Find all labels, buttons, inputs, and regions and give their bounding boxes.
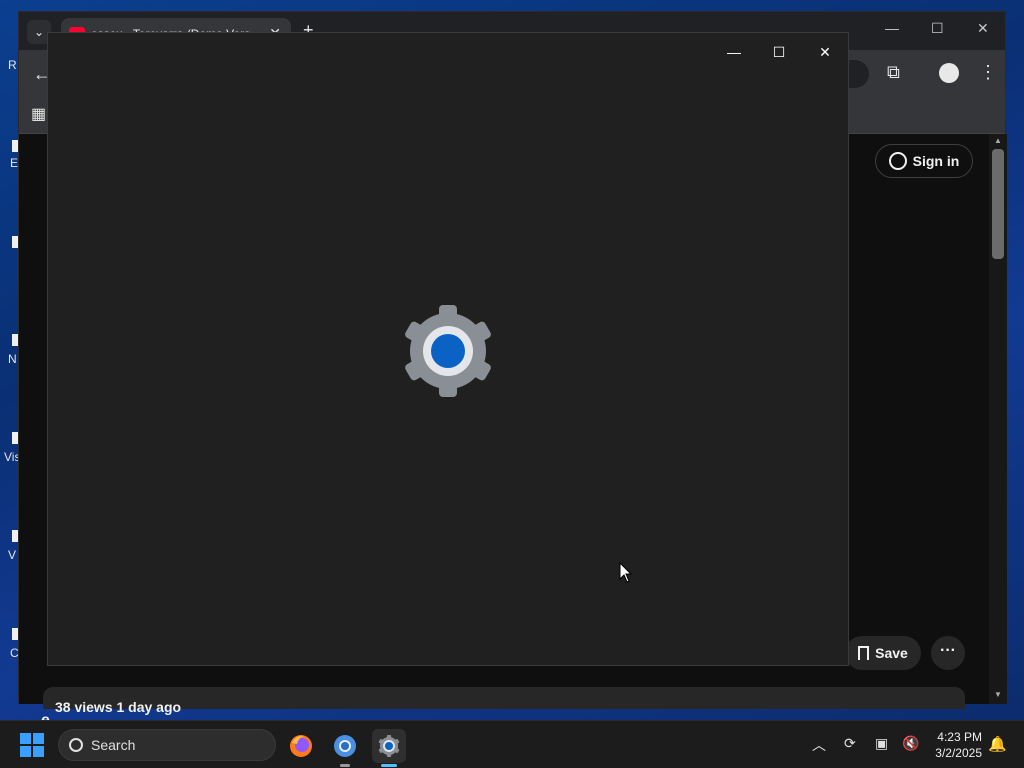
settings-gear-icon	[405, 305, 491, 397]
desktop-icon-label: N	[8, 352, 17, 366]
extensions-icon[interactable]: ⧉	[887, 62, 900, 83]
browser-minimize-icon[interactable]: —	[885, 20, 899, 36]
firefox-icon	[290, 735, 312, 757]
more-actions-button[interactable]: ···	[931, 636, 965, 670]
browser-menu-icon[interactable]: ⋮	[979, 62, 997, 83]
desktop-icon[interactable]: C	[0, 628, 19, 660]
description-box[interactable]	[43, 687, 965, 709]
network-icon[interactable]: ▣	[875, 735, 888, 752]
desktop-icon[interactable]	[0, 236, 18, 250]
start-button[interactable]	[20, 733, 44, 757]
clock[interactable]: 4:23 PM 3/2/2025	[930, 729, 982, 761]
sign-in-button[interactable]: Sign in	[875, 144, 973, 178]
user-circle-icon	[888, 152, 907, 170]
settings-gear-icon	[378, 735, 400, 757]
search-icon	[69, 738, 83, 752]
taskbar-chrome[interactable]	[328, 729, 362, 767]
apps-grid-icon[interactable]: ▦	[31, 104, 46, 124]
running-indicator	[340, 764, 350, 767]
bookmark-icon	[858, 646, 870, 660]
taskbar-settings[interactable]	[372, 729, 406, 767]
clock-time: 4:23 PM	[937, 730, 982, 744]
scroll-up-arrow-icon[interactable]: ▲	[994, 136, 1002, 145]
sync-status-icon[interactable]: ⟳	[844, 735, 856, 752]
settings-splash-window: — ☐ ✕	[47, 32, 849, 666]
maximize-button[interactable]: ☐	[763, 41, 795, 63]
clock-date: 3/2/2025	[935, 746, 982, 760]
desktop-icon[interactable]: N	[0, 334, 18, 366]
minimize-button[interactable]: —	[718, 41, 750, 63]
desktop-icon-label: E	[10, 156, 19, 170]
profile-avatar-icon[interactable]	[939, 63, 959, 83]
close-button[interactable]: ✕	[809, 41, 841, 63]
volume-muted-icon[interactable]: 🔇	[902, 735, 919, 752]
desktop-icon-label: R	[8, 58, 17, 72]
taskbar-search-box[interactable]: Search	[58, 729, 276, 761]
desktop-icon-label: V	[8, 548, 17, 562]
mouse-cursor-icon	[619, 562, 633, 583]
scrollbar-thumb[interactable]	[992, 149, 1004, 259]
browser-maximize-icon[interactable]: ☐	[931, 20, 944, 37]
search-placeholder: Search	[91, 737, 136, 753]
taskbar-firefox[interactable]	[284, 729, 318, 763]
save-button[interactable]: Save	[845, 636, 921, 670]
desktop-icon[interactable]: E	[0, 140, 18, 170]
views-and-date: 38 views 1 day ago	[55, 699, 182, 715]
show-hidden-icons-chevron-icon[interactable]: ︿	[812, 735, 826, 755]
save-label: Save	[875, 645, 908, 661]
desktop-icon[interactable]: V	[0, 530, 18, 562]
sign-in-label: Sign in	[912, 153, 960, 169]
chrome-icon	[334, 735, 356, 757]
taskbar: Search ︿ ⟳ ▣ 🔇 4:23 PM 3/2/2025 🔔	[0, 720, 1024, 768]
browser-close-icon[interactable]: ✕	[977, 20, 989, 37]
notification-bell-icon[interactable]: 🔔	[988, 735, 1007, 753]
active-indicator	[381, 764, 397, 767]
desktop-icon[interactable]: Vis	[0, 432, 20, 464]
scroll-down-arrow-icon[interactable]: ▼	[994, 690, 1002, 699]
